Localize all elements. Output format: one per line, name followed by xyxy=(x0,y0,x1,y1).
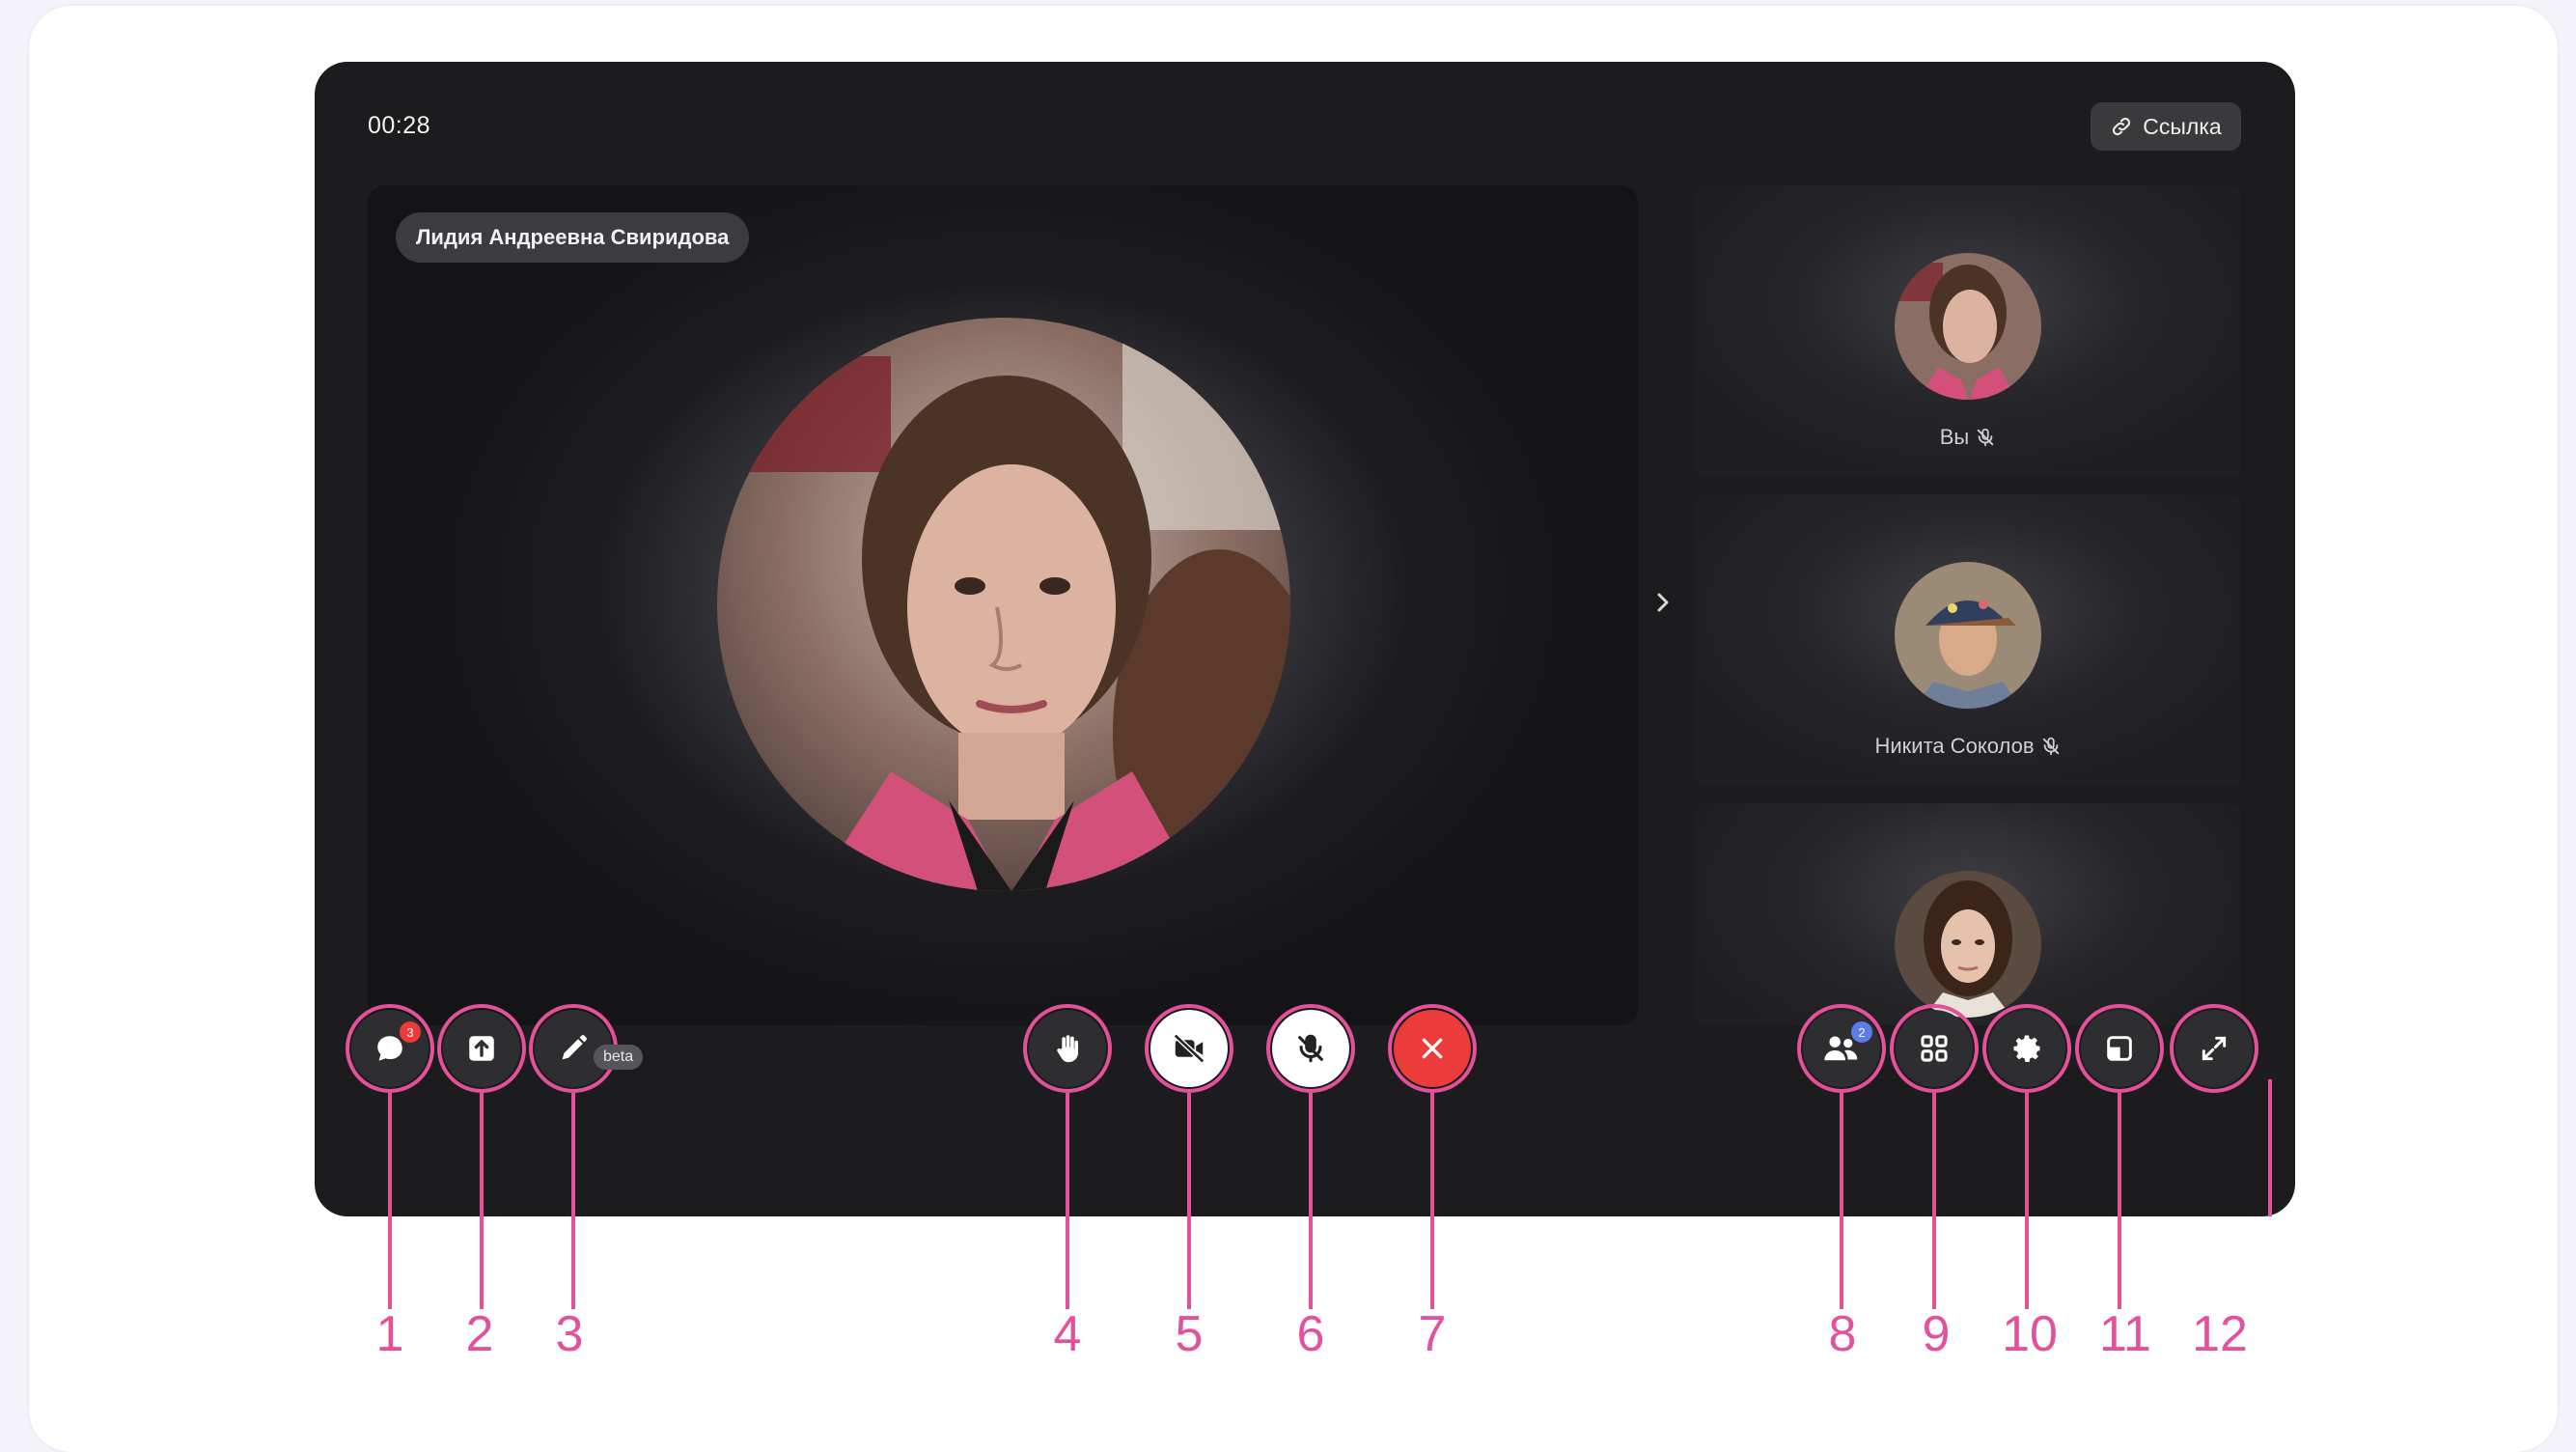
participant-tile[interactable] xyxy=(1695,803,2241,1025)
callout-line xyxy=(1187,1093,1191,1309)
chat-badge: 3 xyxy=(400,1021,421,1043)
callout-line xyxy=(388,1093,392,1309)
copy-link-button[interactable]: Ссылка xyxy=(2091,102,2241,151)
beta-tag: beta xyxy=(594,1045,644,1070)
participant-avatar xyxy=(1895,562,2041,709)
participants-button[interactable]: 2 xyxy=(1797,1004,1886,1093)
participant-tile[interactable]: Вы xyxy=(1695,185,2241,477)
settings-button[interactable] xyxy=(1982,1004,2071,1093)
pencil-icon xyxy=(562,1035,587,1060)
callout-number: 3 xyxy=(555,1306,584,1362)
chat-button[interactable]: 3 xyxy=(346,1004,434,1093)
fullscreen-icon xyxy=(2202,1036,2227,1061)
screen-share-button[interactable] xyxy=(437,1004,526,1093)
mic-off-icon xyxy=(1978,428,1994,447)
raise-hand-button[interactable] xyxy=(1023,1004,1112,1093)
expand-panel-arrow[interactable] xyxy=(1647,583,1679,622)
callout-number: 6 xyxy=(1296,1306,1325,1362)
callout-line xyxy=(1840,1093,1843,1309)
grid-layout-icon xyxy=(1921,1035,1948,1062)
copy-link-label: Ссылка xyxy=(2143,113,2222,139)
chevron-right-icon xyxy=(1657,593,1669,612)
participant-name: Вы xyxy=(1939,425,1970,449)
callout-number: 4 xyxy=(1053,1306,1082,1362)
link-icon xyxy=(2113,117,2131,136)
participant-avatar xyxy=(1895,253,2041,400)
layout-grid-button[interactable] xyxy=(1890,1004,1979,1093)
end-call-button[interactable] xyxy=(1388,1004,1477,1093)
callout-number: 7 xyxy=(1418,1306,1447,1362)
camera-toggle-button[interactable] xyxy=(1145,1004,1233,1093)
callout-line xyxy=(2118,1093,2121,1309)
participant-label: Никита Соколов xyxy=(1695,734,2241,759)
gear-icon xyxy=(2013,1035,2040,1062)
screen-share-icon xyxy=(469,1036,494,1061)
callout-number: 5 xyxy=(1175,1306,1204,1362)
callout-line xyxy=(1430,1093,1434,1309)
fullscreen-button[interactable] xyxy=(2170,1004,2258,1093)
camera-off-icon xyxy=(1173,1033,1205,1064)
participant-tile[interactable]: Никита Соколов xyxy=(1695,494,2241,786)
participants-badge: 2 xyxy=(1851,1021,1872,1043)
speaker-name-chip: Лидия Андреевна Свиридова xyxy=(396,212,750,263)
callout-line xyxy=(1932,1093,1936,1309)
mic-toggle-button[interactable] xyxy=(1266,1004,1355,1093)
participant-name: Никита Соколов xyxy=(1874,734,2035,758)
picture-in-picture-button[interactable] xyxy=(2075,1004,2164,1093)
participant-avatar xyxy=(1895,871,2041,1018)
raise-hand-icon xyxy=(1057,1035,1079,1063)
participant-label: Вы xyxy=(1695,425,2241,450)
call-timer: 00:28 xyxy=(368,112,431,139)
end-call-icon xyxy=(1422,1038,1443,1059)
callout-line xyxy=(1066,1093,1069,1309)
main-video-tile[interactable]: Лидия Андреевна Свиридова xyxy=(368,185,1638,1025)
callout-line xyxy=(2025,1093,2029,1309)
picture-in-picture-icon xyxy=(2107,1036,2132,1061)
callout-number: 12 xyxy=(2192,1306,2248,1362)
mic-off-icon xyxy=(1298,1034,1323,1063)
speaker-avatar xyxy=(717,318,1290,891)
callout-line xyxy=(480,1093,484,1309)
callout-line xyxy=(1309,1093,1313,1309)
mic-off-icon xyxy=(2042,737,2059,756)
callout-line xyxy=(2268,1079,2272,1216)
callout-line xyxy=(571,1093,575,1309)
